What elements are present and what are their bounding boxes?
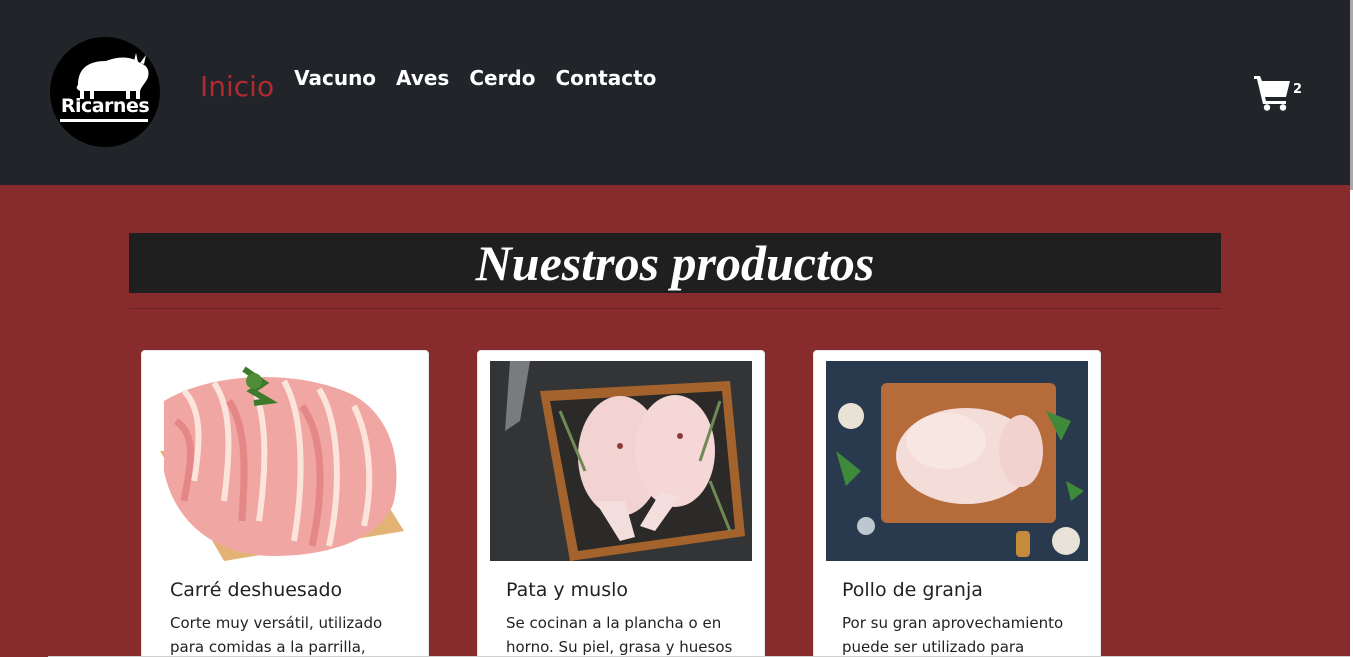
nav-item-cerdo[interactable]: Cerdo [469, 66, 535, 90]
product-image [490, 361, 752, 561]
bull-icon [76, 53, 149, 99]
brand-name: Ricarnes [60, 95, 150, 117]
product-title: Pata y muslo [506, 579, 629, 601]
chicken-legs-photo [490, 361, 752, 561]
section-header: Nuestros productos [129, 233, 1221, 293]
brand-logo[interactable]: Ricarnes [50, 37, 160, 147]
nav-item-contacto[interactable]: Contacto [556, 66, 657, 90]
whole-chicken-photo [826, 361, 1088, 561]
product-card[interactable]: Pollo de granja Por su gran aprovechamie… [813, 350, 1101, 657]
section-divider [129, 308, 1221, 309]
product-description: Se cocinan a la plancha o en horno. Su p… [506, 614, 733, 656]
cart-count-badge: 2 [1293, 82, 1303, 97]
section-title: Nuestros productos [475, 235, 875, 291]
product-card[interactable]: Pata y muslo Se cocinan a la plancha o e… [477, 350, 765, 657]
product-title: Carré deshuesado [170, 579, 343, 601]
cart-button[interactable]: 2 [1252, 72, 1304, 112]
navbar: Ricarnes Inicio Vacuno Aves Cerdo Contac… [0, 0, 1350, 185]
product-image [154, 361, 416, 561]
product-card[interactable]: Carré deshuesado Corte muy versátil, uti… [141, 350, 429, 657]
product-description: Por su gran aprovechamiento puede ser ut… [842, 614, 1064, 656]
product-description: Corte muy versátil, utilizado para comid… [170, 614, 383, 656]
nav-item-inicio[interactable]: Inicio [200, 70, 274, 103]
pork-chops-photo [154, 361, 416, 561]
nav-item-vacuno[interactable]: Vacuno [294, 66, 376, 90]
product-image [826, 361, 1088, 561]
brand-underline [60, 119, 148, 122]
shopping-cart-icon [1254, 76, 1290, 111]
nav-item-aves[interactable]: Aves [396, 66, 449, 90]
product-title: Pollo de granja [842, 579, 983, 601]
main-nav: Inicio Vacuno Aves Cerdo Contacto [200, 64, 676, 104]
